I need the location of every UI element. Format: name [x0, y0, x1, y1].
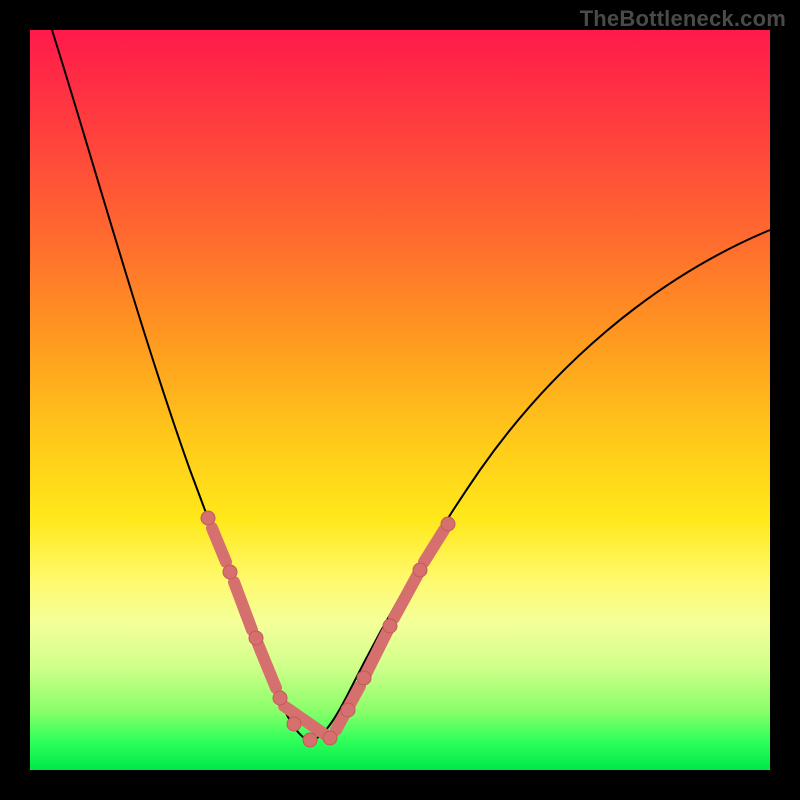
marker-segment-left-3 [258, 644, 276, 688]
marker-dot [287, 717, 301, 731]
marker-dot [223, 565, 237, 579]
marker-dot [441, 517, 455, 531]
marker-segment-left [212, 528, 226, 562]
marker-dot [201, 511, 215, 525]
curve-layer [30, 30, 770, 770]
marker-dot [341, 703, 355, 717]
marker-dot [249, 631, 263, 645]
marker-dot [323, 731, 337, 745]
attribution-text: TheBottleneck.com [580, 6, 786, 32]
marker-dot [413, 563, 427, 577]
marker-dot [303, 733, 317, 747]
plot-area [30, 30, 770, 770]
marker-dot [273, 691, 287, 705]
marker-segment-right-3 [394, 574, 418, 618]
marker-dot [357, 671, 371, 685]
marker-segment-left-2 [234, 582, 252, 630]
chart-stage: TheBottleneck.com [0, 0, 800, 800]
marker-dot [383, 619, 397, 633]
bottleneck-curve [52, 30, 770, 740]
marker-segment-right-4 [424, 530, 444, 562]
